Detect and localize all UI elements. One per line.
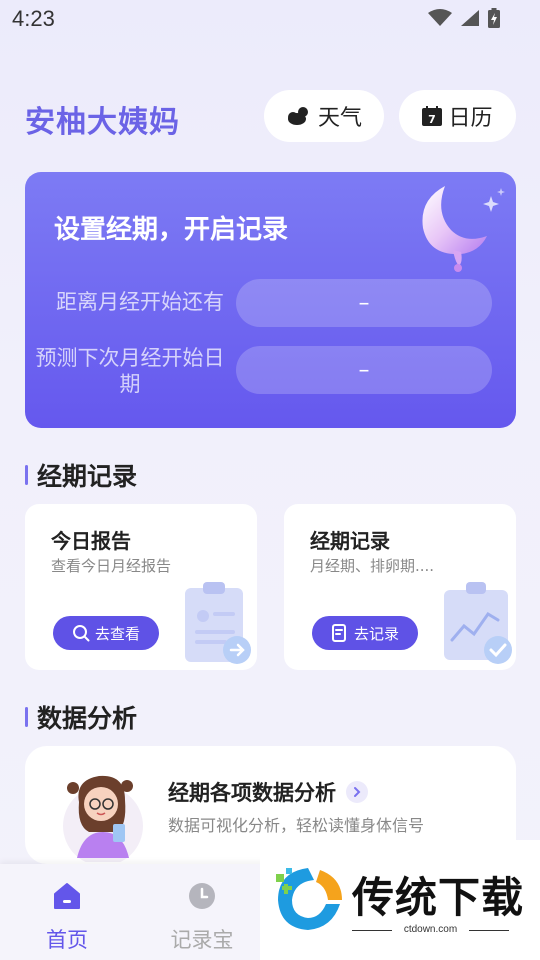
- weather-button[interactable]: 天气: [264, 90, 384, 142]
- period-setup-card[interactable]: 设置经期，开启记录 距离月经开始还有 – 预测下次月经开始日期 –: [25, 172, 516, 428]
- section-accent-bar: [25, 707, 28, 727]
- calendar-day: 7: [429, 113, 437, 126]
- watermark-text: 传统下载: [352, 873, 525, 922]
- analysis-section-title: 数据分析: [37, 704, 138, 733]
- chart-board-icon: [444, 582, 512, 664]
- tab-record[interactable]: 记录宝: [162, 880, 242, 954]
- wifi-icon: [428, 9, 452, 26]
- moon-icon: [422, 186, 505, 272]
- chevron-right-icon[interactable]: [346, 781, 368, 803]
- prediction-value: –: [236, 346, 492, 394]
- go-record-label: 去记录: [353, 624, 399, 643]
- status-time: 4:23: [12, 6, 55, 31]
- search-icon: [72, 625, 90, 642]
- girl-avatar-illustration: [63, 775, 143, 862]
- period-record-card[interactable]: 经期记录 月经期、排卵期.... 去记录: [284, 504, 516, 670]
- watermark-logo: [276, 868, 342, 930]
- watermark: 传统下载 ctdown.com: [260, 840, 540, 960]
- view-report-button[interactable]: 去查看: [53, 616, 159, 650]
- view-report-label: 去查看: [94, 624, 140, 643]
- home-icon: [54, 883, 80, 909]
- today-report-card[interactable]: 今日报告 查看今日月经报告 去查看: [25, 504, 257, 670]
- status-bar: 4:23: [0, 0, 540, 38]
- card-title: 经期记录: [310, 529, 390, 553]
- records-section-title: 经期记录: [37, 462, 138, 491]
- tab-home-label: 首页: [46, 928, 88, 952]
- analysis-card-title: 经期各项数据分析: [168, 781, 336, 805]
- go-record-button[interactable]: 去记录: [312, 616, 418, 650]
- analysis-section-header: 数据分析: [25, 699, 137, 735]
- edit-note-icon: [331, 624, 346, 642]
- countdown-label: 距离月经开始还有: [56, 290, 224, 314]
- card-title: 今日报告: [51, 529, 131, 553]
- records-section-header: 经期记录: [25, 457, 137, 493]
- prediction-label: 预测下次月经开始日期: [35, 346, 225, 396]
- clock-icon: [189, 883, 215, 909]
- analysis-card-subtitle: 数据可视化分析，轻松读懂身体信号: [168, 816, 425, 835]
- weather-label: 天气: [317, 106, 362, 131]
- section-accent-bar: [25, 465, 28, 485]
- cloud-night-icon: [287, 107, 308, 125]
- status-icons: [428, 8, 500, 28]
- tab-home[interactable]: 首页: [27, 880, 107, 954]
- signal-icon: [461, 10, 479, 26]
- card-subtitle: 查看今日月经报告: [51, 557, 172, 575]
- tab-record-label: 记录宝: [170, 928, 234, 952]
- watermark-rule-right: [469, 930, 509, 931]
- countdown-value: –: [236, 279, 492, 327]
- hero-title: 设置经期，开启记录: [54, 215, 289, 245]
- calendar-button[interactable]: 7 日历: [399, 90, 516, 142]
- calendar-icon: 7: [422, 106, 443, 126]
- battery-icon: [488, 8, 500, 28]
- analysis-card-title-row: 经期各项数据分析: [168, 777, 368, 807]
- clipboard-report-icon: [185, 582, 251, 664]
- calendar-label: 日历: [448, 106, 493, 131]
- app-title: 安柚大姨妈: [25, 105, 180, 140]
- card-subtitle: 月经期、排卵期....: [310, 557, 435, 575]
